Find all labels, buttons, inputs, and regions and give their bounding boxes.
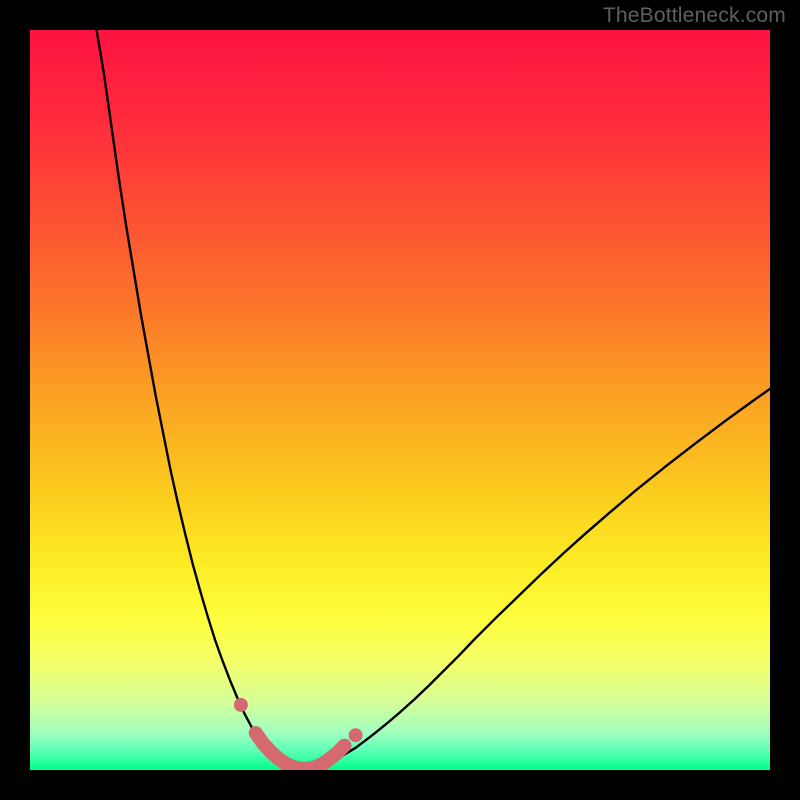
highlight-dot [349,728,363,742]
watermark-text: TheBottleneck.com [603,4,786,28]
plot-background [30,30,770,770]
plot-area [30,30,770,770]
plot-svg [30,30,770,770]
highlight-dot [234,698,248,712]
chart-stage: TheBottleneck.com [0,0,800,800]
